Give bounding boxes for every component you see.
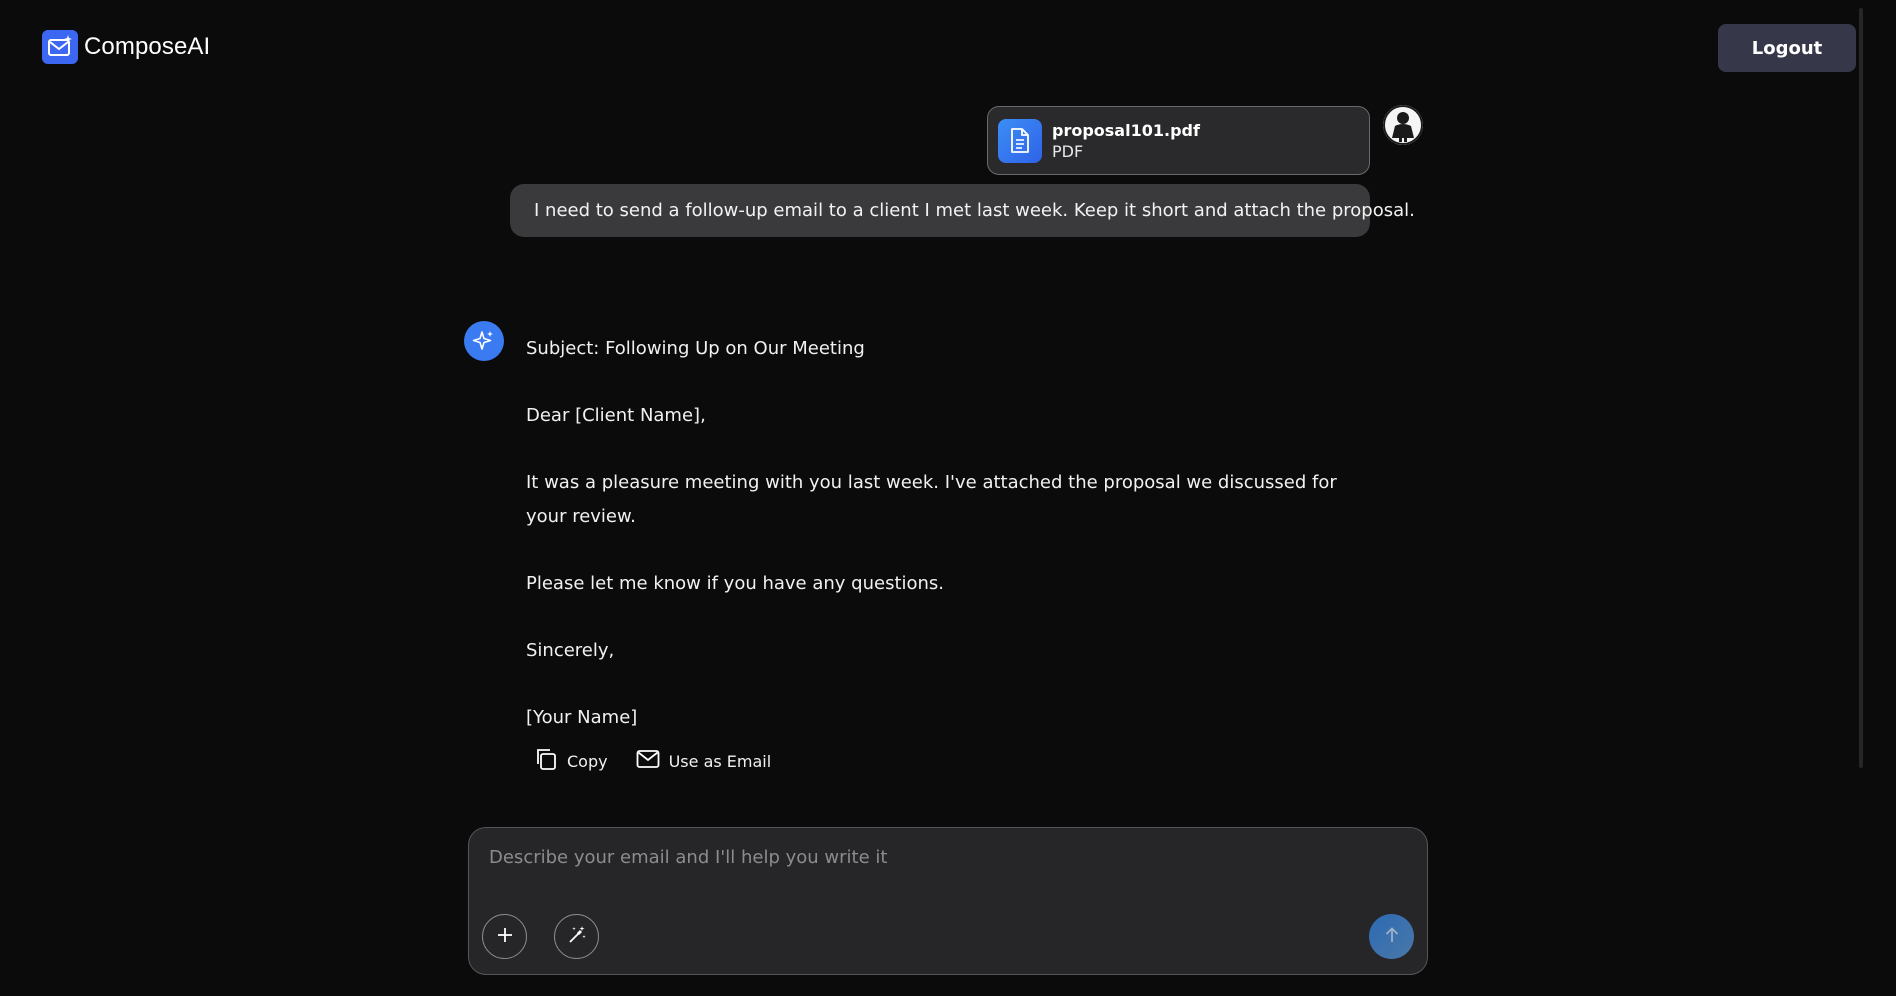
- app-header: ComposeAI Logout: [0, 0, 1896, 96]
- magic-wand-button[interactable]: [554, 914, 599, 959]
- attachment-file-name: proposal101.pdf: [1052, 120, 1200, 140]
- scrollbar[interactable]: [1859, 8, 1863, 768]
- brand[interactable]: ComposeAI: [42, 30, 210, 64]
- prompt-input[interactable]: [487, 842, 1387, 872]
- copy-icon: [534, 747, 558, 775]
- composer: [468, 827, 1428, 975]
- attachment-card[interactable]: proposal101.pdf PDF: [987, 106, 1370, 175]
- email-signoff: Sincerely,: [526, 640, 615, 661]
- magic-wand-icon: [567, 925, 587, 948]
- arrow-up-icon: [1383, 926, 1401, 947]
- use-as-email-label: Use as Email: [668, 751, 772, 771]
- user-avatar: [1383, 105, 1423, 145]
- plus-icon: [496, 926, 514, 947]
- mail-icon: [636, 749, 660, 773]
- email-body: It was a pleasure meeting with you last …: [526, 472, 1337, 527]
- email-subject: Subject: Following Up on Our Meeting: [526, 338, 865, 359]
- sparkle-icon: [464, 321, 504, 361]
- brand-name: ComposeAI: [84, 33, 211, 60]
- send-button[interactable]: [1369, 914, 1414, 959]
- attachment-file-type: PDF: [1052, 141, 1084, 161]
- document-icon: [998, 118, 1042, 163]
- logout-button[interactable]: Logout: [1718, 24, 1856, 72]
- message-actions: Copy Use as Email: [534, 747, 771, 775]
- add-attachment-button[interactable]: [482, 914, 527, 959]
- email-closing-line: Please let me know if you have any quest…: [526, 573, 945, 594]
- assistant-message: Subject: Following Up on Our Meeting Dea…: [526, 332, 1346, 768]
- copy-button[interactable]: Copy: [534, 747, 608, 775]
- email-signature: [Your Name]: [526, 707, 638, 728]
- user-message-bubble: I need to send a follow-up email to a cl…: [510, 184, 1415, 237]
- use-as-email-button[interactable]: Use as Email: [636, 749, 772, 773]
- mail-sparkle-icon: [42, 30, 78, 64]
- email-greeting: Dear [Client Name],: [526, 405, 706, 426]
- copy-label: Copy: [567, 751, 608, 771]
